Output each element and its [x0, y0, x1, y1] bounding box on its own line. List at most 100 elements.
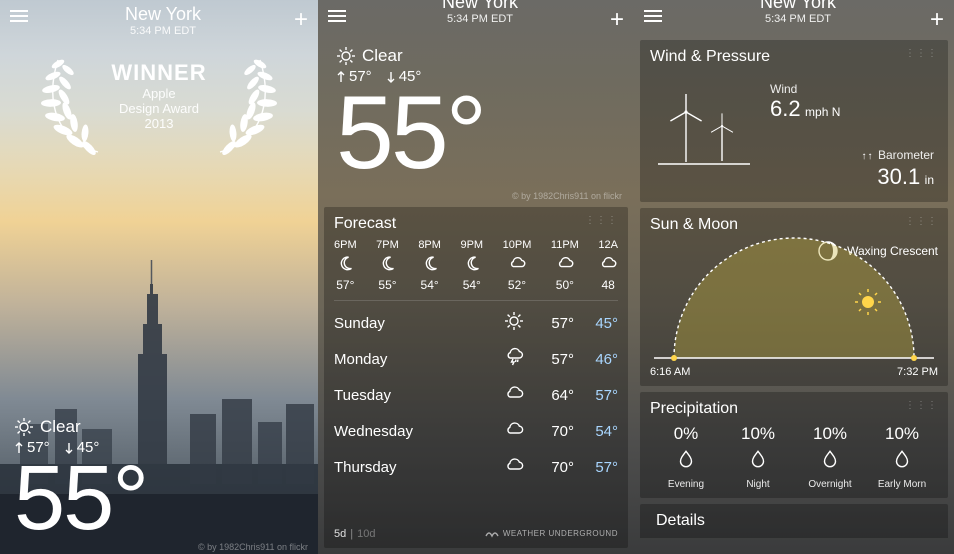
hour-time: 9PM: [460, 239, 483, 251]
location-name: New York: [350, 0, 610, 13]
hourly-item[interactable]: 12A 48: [598, 239, 618, 292]
hour-temp: 48: [598, 278, 618, 292]
wind-speed: 6.2: [770, 96, 801, 121]
barometer-label: Barometer: [878, 148, 934, 162]
wind-pressure-card[interactable]: Wind & Pressure⋮⋮⋮ Wind 6.2 mph N ↑↑ Bar…: [640, 40, 948, 202]
award-line1: Apple: [44, 86, 274, 101]
day-low: 54°: [574, 423, 618, 440]
drop-icon: [891, 448, 913, 470]
moon-icon: [463, 254, 481, 272]
condition-text: Clear: [40, 417, 81, 437]
add-location-button[interactable]: +: [930, 4, 944, 34]
photo-attribution: © by 1982Chris911 on flickr: [318, 189, 634, 207]
source-label: WEATHER UNDERGROUND: [503, 529, 618, 538]
current-weather[interactable]: Clear 57° 45° 55°: [14, 417, 147, 544]
sun-arc-diagram: [650, 268, 938, 364]
day-name: Thursday: [334, 459, 498, 476]
daily-row[interactable]: Wednesday 70° 54°: [334, 413, 618, 449]
precip-label: Night: [722, 479, 794, 490]
precip-percent: 10%: [794, 424, 866, 444]
toggle-10d[interactable]: 10d: [357, 528, 375, 540]
day-low: 57°: [574, 387, 618, 404]
precip-percent: 10%: [722, 424, 794, 444]
drop-icon: [675, 448, 697, 470]
hour-time: 7PM: [376, 239, 399, 251]
day-high: 70°: [530, 423, 574, 440]
current-weather[interactable]: Clear 57° 45° 55°: [318, 40, 634, 189]
day-name: Sunday: [334, 315, 498, 332]
menu-button[interactable]: [10, 4, 32, 22]
award-line2: Design Award: [44, 101, 274, 116]
windmill-icon: [654, 82, 754, 190]
hour-time: 6PM: [334, 239, 357, 251]
daily-row[interactable]: Monday 57° 46°: [334, 341, 618, 377]
precipitation-card[interactable]: Precipitation ⋮⋮⋮ 0% Evening 10% Night 10…: [640, 392, 948, 498]
add-location-button[interactable]: +: [610, 4, 624, 34]
wunderground-icon: [485, 528, 499, 538]
precip-label: Early Morn: [866, 479, 938, 490]
hour-temp: 52°: [503, 278, 532, 292]
sun-icon: [336, 46, 356, 66]
daily-row[interactable]: Thursday 70° 57°: [334, 449, 618, 485]
precip-title: Precipitation: [650, 400, 738, 417]
hourly-item[interactable]: 10PM 52°: [503, 239, 532, 292]
cloud-icon: [504, 419, 524, 439]
cloud-icon: [504, 383, 524, 403]
forecast-card[interactable]: Forecast ⋮⋮⋮ 6PM 57° 7PM 55° 8PM 54° 9PM …: [324, 207, 628, 548]
sunset-time: 7:32 PM: [897, 366, 938, 378]
forecast-title: Forecast: [334, 215, 396, 232]
hourly-forecast[interactable]: 6PM 57° 7PM 55° 8PM 54° 9PM 54° 10PM 52°…: [334, 239, 618, 301]
toggle-5d[interactable]: 5d: [334, 528, 346, 540]
day-high: 57°: [530, 351, 574, 368]
barometer-value: 30.1: [877, 164, 920, 189]
details-title: Details: [656, 512, 705, 529]
moon-icon: [421, 254, 439, 272]
drag-handle-icon[interactable]: ⋮⋮⋮: [585, 215, 618, 226]
data-source[interactable]: WEATHER UNDERGROUND: [485, 528, 618, 538]
current-temp: 55°: [14, 452, 147, 544]
drag-handle-icon[interactable]: ⋮⋮⋮: [905, 216, 938, 227]
precip-item[interactable]: 0% Evening: [650, 424, 722, 490]
precip-percent: 0%: [650, 424, 722, 444]
wind-label: Wind: [770, 82, 934, 96]
hourly-item[interactable]: 8PM 54°: [418, 239, 441, 292]
hourly-item[interactable]: 6PM 57°: [334, 239, 357, 292]
daily-forecast[interactable]: Sunday 57° 45° Monday 57° 46° Tuesday 64…: [334, 305, 618, 524]
add-location-button[interactable]: +: [294, 4, 308, 34]
award-line3: 2013: [44, 116, 274, 131]
menu-button[interactable]: [328, 4, 350, 22]
range-toggle[interactable]: 5d|10d WEATHER UNDERGROUND: [334, 524, 618, 540]
precip-item[interactable]: 10% Overnight: [794, 424, 866, 490]
drop-icon: [747, 448, 769, 470]
sun-icon: [504, 311, 524, 331]
wind-unit: mph N: [805, 105, 840, 119]
hourly-item[interactable]: 11PM 50°: [551, 239, 579, 292]
location-time: 5:34 PM EDT: [350, 13, 610, 25]
moon-icon: [336, 254, 354, 272]
hourly-item[interactable]: 9PM 54°: [460, 239, 483, 292]
header-location[interactable]: New York 5:34 PM EDT: [666, 4, 930, 25]
details-card[interactable]: Details: [640, 504, 948, 538]
current-temp: 55°: [336, 81, 616, 185]
precip-item[interactable]: 10% Early Morn: [866, 424, 938, 490]
menu-button[interactable]: [644, 4, 666, 22]
moon-icon: [378, 254, 396, 272]
day-low: 57°: [574, 459, 618, 476]
header-location[interactable]: New York 5:34 PM EDT: [350, 4, 610, 25]
wind-title: Wind & Pressure: [650, 48, 770, 65]
precip-label: Evening: [650, 479, 722, 490]
header-location[interactable]: New York 5:34 PM EDT: [32, 4, 294, 37]
daily-row[interactable]: Tuesday 64° 57°: [334, 377, 618, 413]
hour-time: 8PM: [418, 239, 441, 251]
condition-text: Clear: [362, 46, 403, 66]
day-low: 45°: [574, 315, 618, 332]
day-name: Monday: [334, 351, 498, 368]
drag-handle-icon[interactable]: ⋮⋮⋮: [905, 400, 938, 411]
drag-handle-icon[interactable]: ⋮⋮⋮: [905, 48, 938, 59]
precip-item[interactable]: 10% Night: [722, 424, 794, 490]
hourly-item[interactable]: 7PM 55°: [376, 239, 399, 292]
sun-moon-card[interactable]: Sun & Moon⋮⋮⋮ Waxing Crescent: [640, 208, 948, 386]
daily-row[interactable]: Sunday 57° 45°: [334, 305, 618, 341]
day-name: Wednesday: [334, 423, 498, 440]
hour-time: 10PM: [503, 239, 532, 251]
